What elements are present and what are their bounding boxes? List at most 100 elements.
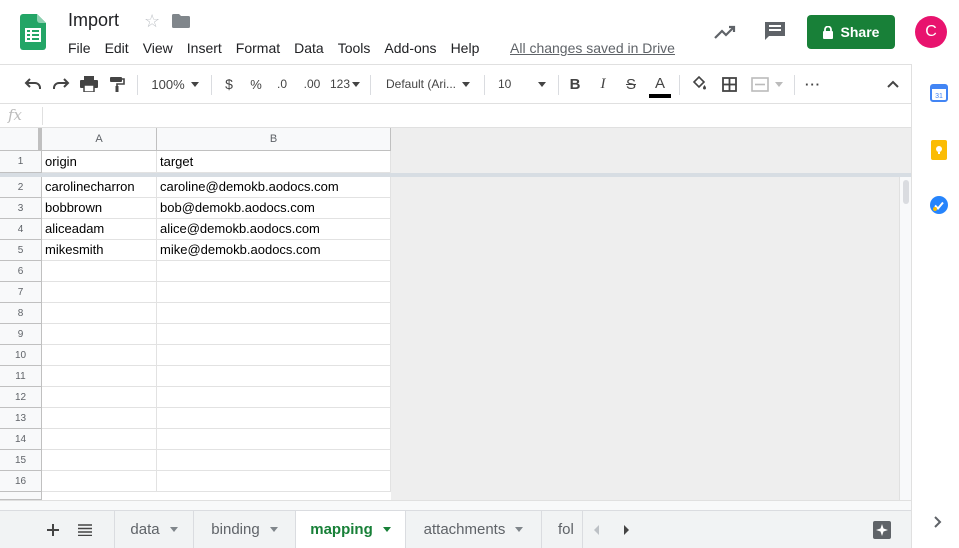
menu-addons[interactable]: Add-ons	[384, 40, 436, 56]
cell-a14[interactable]	[42, 429, 157, 450]
row-header[interactable]: 2	[0, 177, 42, 198]
menu-view[interactable]: View	[143, 40, 173, 56]
sheets-logo-icon[interactable]	[20, 14, 46, 50]
cell-b13[interactable]	[157, 408, 391, 429]
vertical-scrollbar[interactable]	[899, 177, 911, 500]
cell-b4[interactable]: alice@demokb.aodocs.com	[157, 219, 391, 240]
cell-b16[interactable]	[157, 471, 391, 492]
cell-a15[interactable]	[42, 450, 157, 471]
cell-b3[interactable]: bob@demokb.aodocs.com	[157, 198, 391, 219]
cell-a5[interactable]: mikesmith	[42, 240, 157, 261]
sheet-tab-attachments[interactable]: attachments	[406, 511, 542, 548]
row-header[interactable]: 10	[0, 345, 42, 366]
cell-b15[interactable]	[157, 450, 391, 471]
row-header[interactable]: 8	[0, 303, 42, 324]
borders-button[interactable]	[718, 65, 740, 103]
decrease-decimal-button[interactable]: .0	[270, 65, 294, 103]
row-header[interactable]: 16	[0, 471, 42, 492]
cell-a1[interactable]: origin	[42, 151, 157, 173]
document-title[interactable]: Import	[68, 10, 119, 31]
currency-format-button[interactable]: $	[218, 65, 240, 103]
cell-a13[interactable]	[42, 408, 157, 429]
activity-dashboard-icon[interactable]	[713, 22, 737, 42]
percent-format-button[interactable]: %	[245, 65, 267, 103]
row-header[interactable]: 5	[0, 240, 42, 261]
tasks-icon[interactable]	[930, 196, 948, 214]
merge-cells-button[interactable]	[746, 65, 788, 103]
vertical-scroll-thumb[interactable]	[903, 180, 909, 204]
calendar-icon[interactable]: 31	[930, 84, 948, 102]
text-color-button[interactable]: A	[648, 65, 672, 103]
zoom-select[interactable]: 100%	[146, 65, 204, 103]
formula-input[interactable]	[50, 104, 890, 127]
cell-b6[interactable]	[157, 261, 391, 282]
paint-format-button[interactable]	[104, 65, 130, 103]
cell-b9[interactable]	[157, 324, 391, 345]
row-header[interactable]: 1	[0, 151, 42, 173]
cell-a12[interactable]	[42, 387, 157, 408]
row-header[interactable]: 15	[0, 450, 42, 471]
undo-button[interactable]	[20, 65, 46, 103]
cell-b2[interactable]: caroline@demokb.aodocs.com	[157, 177, 391, 198]
save-status-link[interactable]: All changes saved in Drive	[510, 40, 675, 56]
menu-file[interactable]: File	[68, 40, 91, 56]
cell-a3[interactable]: bobbrown	[42, 198, 157, 219]
cell-a2[interactable]: carolinecharron	[42, 177, 157, 198]
cell-a7[interactable]	[42, 282, 157, 303]
sheet-tab-data[interactable]: data	[114, 511, 194, 548]
sheet-tab-mapping[interactable]: mapping	[296, 511, 406, 548]
scroll-tabs-left-button[interactable]	[582, 511, 610, 548]
folder-icon[interactable]	[172, 14, 190, 28]
fill-color-button[interactable]	[688, 65, 710, 103]
redo-button[interactable]	[48, 65, 74, 103]
cell-a11[interactable]	[42, 366, 157, 387]
cell-b11[interactable]	[157, 366, 391, 387]
cell-b8[interactable]	[157, 303, 391, 324]
cell-a8[interactable]	[42, 303, 157, 324]
italic-button[interactable]: I	[592, 65, 614, 103]
cell-a10[interactable]	[42, 345, 157, 366]
expand-panel-icon[interactable]	[934, 516, 942, 528]
star-icon[interactable]: ☆	[144, 11, 160, 32]
menu-insert[interactable]: Insert	[187, 40, 222, 56]
select-all-corner[interactable]	[0, 128, 42, 151]
collapse-menus-button[interactable]	[880, 65, 906, 103]
more-formats-select[interactable]: 123	[328, 65, 362, 103]
bold-button[interactable]: B	[564, 65, 586, 103]
row-header[interactable]: 4	[0, 219, 42, 240]
comment-icon[interactable]	[764, 21, 786, 41]
horizontal-scrollbar[interactable]	[0, 500, 911, 510]
row-header[interactable]: 3	[0, 198, 42, 219]
cell-b5[interactable]: mike@demokb.aodocs.com	[157, 240, 391, 261]
share-button[interactable]: Share	[807, 15, 895, 49]
cell-a9[interactable]	[42, 324, 157, 345]
strikethrough-button[interactable]: S	[620, 65, 642, 103]
sheet-tab-partial[interactable]: fol	[542, 511, 582, 548]
more-options-button[interactable]: ···	[800, 65, 826, 103]
row-header[interactable]: 14	[0, 429, 42, 450]
increase-decimal-button[interactable]: .00	[298, 65, 326, 103]
row-header[interactable]: 7	[0, 282, 42, 303]
explore-button[interactable]	[868, 511, 896, 548]
cell-b14[interactable]	[157, 429, 391, 450]
sheet-tab-binding[interactable]: binding	[194, 511, 296, 548]
column-header-b[interactable]: B	[157, 128, 391, 151]
menu-help[interactable]: Help	[451, 40, 480, 56]
cell-b10[interactable]	[157, 345, 391, 366]
cell-a16[interactable]	[42, 471, 157, 492]
cell-b7[interactable]	[157, 282, 391, 303]
row-header-partial[interactable]	[0, 492, 42, 500]
row-header[interactable]: 11	[0, 366, 42, 387]
menu-tools[interactable]: Tools	[338, 40, 371, 56]
menu-data[interactable]: Data	[294, 40, 324, 56]
row-header[interactable]: 12	[0, 387, 42, 408]
row-header[interactable]: 9	[0, 324, 42, 345]
cell-b12[interactable]	[157, 387, 391, 408]
account-avatar[interactable]: C	[915, 16, 947, 48]
row-header[interactable]: 13	[0, 408, 42, 429]
column-header-a[interactable]: A	[42, 128, 157, 151]
cell-a4[interactable]: aliceadam	[42, 219, 157, 240]
add-sheet-button[interactable]	[40, 511, 66, 548]
font-size-select[interactable]: 10	[492, 65, 552, 103]
font-family-select[interactable]: Default (Ari...	[380, 65, 476, 103]
